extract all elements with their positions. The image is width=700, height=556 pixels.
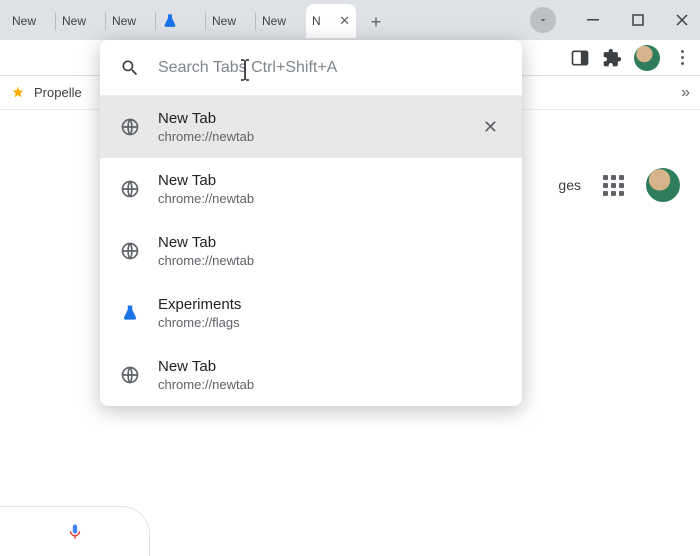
tab-search-item[interactable]: New Tab chrome://newtab (100, 344, 522, 406)
tab-label: New (12, 14, 36, 28)
side-panel-icon[interactable] (570, 48, 590, 68)
tab-2[interactable]: New (106, 4, 156, 38)
bookmark-label[interactable]: Propelle (34, 85, 82, 100)
tab-label: N (312, 14, 321, 28)
minimize-button[interactable] (584, 10, 604, 30)
tab-3[interactable] (156, 4, 206, 38)
close-icon[interactable]: ✕ (479, 113, 502, 142)
tab-search-item-title: New Tab (158, 110, 461, 127)
tab-0[interactable]: New (6, 4, 56, 38)
tab-search-item-title: New Tab (158, 172, 502, 189)
tab-search-panel: New Tab chrome://newtab ✕ New Tab chrome… (100, 40, 522, 406)
tab-search-item[interactable]: New Tab chrome://newtab (100, 158, 522, 220)
tab-search-list: New Tab chrome://newtab ✕ New Tab chrome… (100, 96, 522, 406)
window-controls (530, 0, 692, 40)
tab-1[interactable]: New (56, 4, 106, 38)
images-link-fragment[interactable]: ges (558, 177, 581, 193)
tab-search-item[interactable]: Experiments chrome://flags (100, 282, 522, 344)
profile-avatar[interactable] (634, 45, 660, 71)
globe-icon (120, 117, 140, 137)
globe-icon (120, 241, 140, 261)
search-icon (120, 58, 140, 78)
tab-search-item[interactable]: New Tab chrome://newtab ✕ (100, 96, 522, 158)
apps-grid-icon[interactable] (603, 175, 624, 196)
tab-search-item-title: New Tab (158, 234, 502, 251)
tab-search-row (100, 40, 522, 96)
tab-label: New (112, 14, 136, 28)
kebab-icon (681, 50, 684, 65)
close-window-button[interactable] (672, 10, 692, 30)
bookmark-favicon (10, 85, 26, 101)
content-header-right: ges (558, 168, 680, 202)
bookmarks-overflow-button[interactable]: » (681, 84, 690, 102)
tab-4[interactable]: New (206, 4, 256, 38)
tab-search-item-url: chrome://newtab (158, 253, 502, 268)
tab-strip: New New New New New N ✕ (6, 4, 356, 40)
account-avatar[interactable] (646, 168, 680, 202)
tab-search-button[interactable] (530, 7, 556, 33)
chrome-menu-button[interactable] (672, 48, 692, 68)
extensions-icon[interactable] (602, 48, 622, 68)
tab-search-item-title: New Tab (158, 358, 502, 375)
titlebar: New New New New New N ✕ + (0, 0, 700, 40)
tab-5[interactable]: New (256, 4, 306, 38)
globe-icon (120, 365, 140, 385)
tab-search-item-url: chrome://newtab (158, 377, 502, 392)
tab-label: New (262, 14, 286, 28)
globe-icon (120, 179, 140, 199)
tab-search-item-url: chrome://newtab (158, 129, 461, 144)
tab-search-item-url: chrome://newtab (158, 191, 502, 206)
mic-icon[interactable] (66, 523, 84, 541)
tab-label: New (212, 14, 236, 28)
tab-label: New (62, 14, 86, 28)
flask-icon (120, 303, 140, 323)
flask-icon (162, 13, 178, 29)
search-box-fragment[interactable] (0, 506, 150, 556)
maximize-button[interactable] (628, 10, 648, 30)
close-icon[interactable]: ✕ (339, 13, 350, 29)
tab-search-item-title: Experiments (158, 296, 502, 313)
new-tab-button[interactable]: + (362, 8, 390, 36)
tab-search-item[interactable]: New Tab chrome://newtab (100, 220, 522, 282)
tab-search-input[interactable] (158, 59, 502, 77)
tab-6-active[interactable]: N ✕ (306, 4, 356, 38)
tab-search-item-url: chrome://flags (158, 315, 502, 330)
